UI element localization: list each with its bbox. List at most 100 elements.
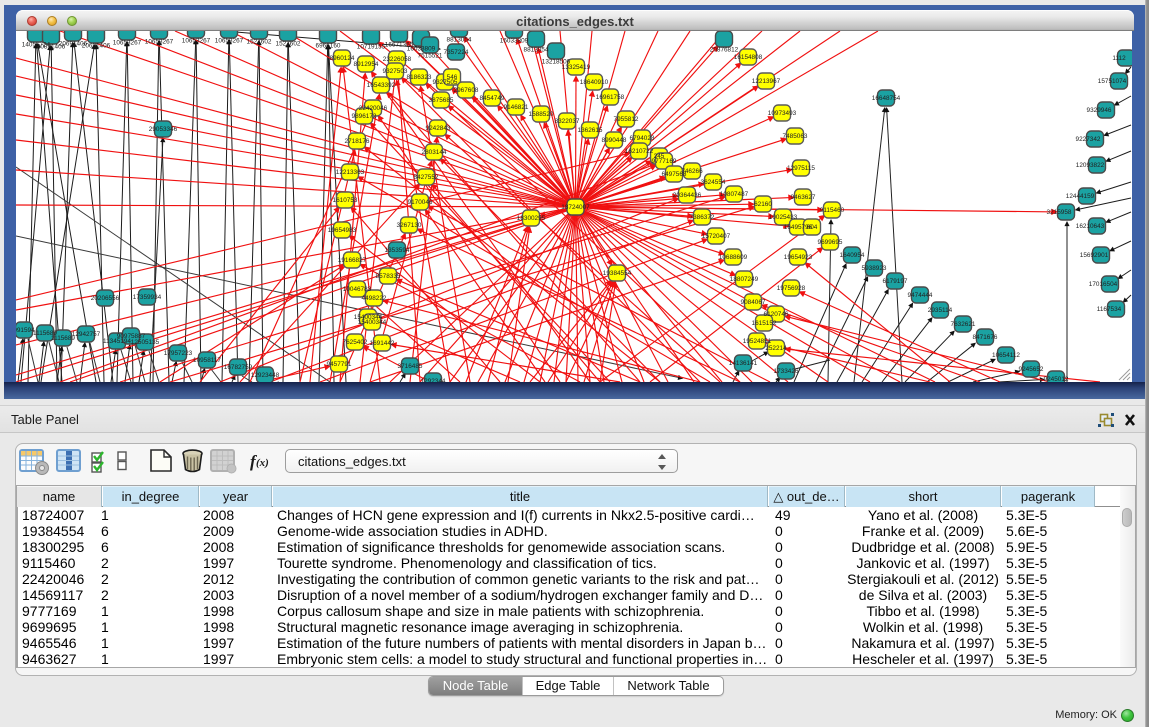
svg-text:16210722: 16210722 bbox=[625, 148, 654, 155]
svg-text:3875685: 3875685 bbox=[429, 97, 454, 104]
svg-text:6179197: 6179197 bbox=[883, 278, 908, 285]
svg-text:90975887: 90975887 bbox=[117, 333, 146, 340]
svg-text:1733426: 1733426 bbox=[774, 368, 799, 375]
svg-text:8990448: 8990448 bbox=[602, 137, 627, 144]
svg-text:1640954: 1640954 bbox=[840, 252, 865, 259]
svg-text:12505135: 12505135 bbox=[131, 339, 160, 346]
svg-text:9329946: 9329946 bbox=[1087, 107, 1112, 114]
svg-text:22420046: 22420046 bbox=[359, 105, 388, 112]
svg-text:1112: 1112 bbox=[1112, 55, 1126, 62]
svg-text:7485063: 7485063 bbox=[783, 133, 808, 140]
svg-text:8471676: 8471676 bbox=[973, 334, 998, 341]
svg-text:12942757: 12942757 bbox=[72, 331, 101, 338]
svg-text:29053346: 29053346 bbox=[149, 126, 178, 133]
svg-text:9457791: 9457791 bbox=[327, 361, 352, 368]
svg-text:7386372: 7386372 bbox=[690, 214, 715, 221]
svg-text:9777169: 9777169 bbox=[652, 158, 677, 165]
svg-text:20206556: 20206556 bbox=[91, 295, 120, 302]
svg-text:12975115: 12975115 bbox=[787, 165, 815, 172]
svg-text:15692901: 15692901 bbox=[1080, 252, 1109, 259]
svg-text:9242843: 9242843 bbox=[426, 125, 451, 132]
svg-text:15751074: 15751074 bbox=[1098, 78, 1127, 85]
svg-text:252214: 252214 bbox=[765, 345, 787, 352]
svg-text:8813054: 8813054 bbox=[524, 47, 549, 54]
svg-text:10653267: 10653267 bbox=[182, 38, 211, 45]
svg-text:1610753: 1610753 bbox=[333, 197, 358, 204]
svg-text:14136141: 14136141 bbox=[729, 360, 758, 367]
svg-text:19166827: 19166827 bbox=[338, 257, 367, 264]
svg-text:6966160: 6966160 bbox=[316, 43, 341, 50]
svg-text:9245012: 9245012 bbox=[1044, 376, 1069, 382]
svg-text:4498222: 4498222 bbox=[362, 295, 387, 302]
svg-text:9327503: 9327503 bbox=[383, 68, 408, 75]
svg-text:12444159: 12444159 bbox=[1066, 193, 1095, 200]
svg-text:7357224: 7357224 bbox=[444, 49, 469, 56]
svg-text:7955812: 7955812 bbox=[614, 116, 639, 123]
svg-text:16648754: 16648754 bbox=[872, 95, 901, 102]
svg-text:19654923: 19654923 bbox=[784, 254, 813, 261]
svg-text:3716485: 3716485 bbox=[398, 363, 423, 370]
svg-text:19384554: 19384554 bbox=[603, 270, 632, 277]
svg-text:746266: 746266 bbox=[681, 168, 703, 175]
svg-text:18807249: 18807249 bbox=[730, 276, 759, 283]
svg-text:20876812: 20876812 bbox=[710, 47, 739, 54]
svg-text:19654983: 19654983 bbox=[328, 227, 357, 234]
svg-text:9699695: 9699695 bbox=[818, 239, 843, 246]
svg-text:8322037: 8322037 bbox=[555, 118, 580, 125]
svg-text:1527602: 1527602 bbox=[276, 41, 301, 48]
svg-text:1691442: 1691442 bbox=[370, 340, 395, 347]
svg-text:3267130: 3267130 bbox=[397, 222, 422, 229]
svg-text:16154808: 16154808 bbox=[734, 54, 763, 61]
svg-text:546: 546 bbox=[447, 74, 458, 81]
svg-text:17957223: 17957223 bbox=[164, 350, 193, 357]
svg-text:8454749: 8454749 bbox=[480, 95, 505, 102]
svg-text:15720407: 15720407 bbox=[702, 233, 731, 240]
svg-text:8427552: 8427552 bbox=[414, 174, 439, 181]
svg-text:12213363: 12213363 bbox=[336, 169, 365, 176]
svg-text:16782759: 16782759 bbox=[224, 364, 253, 371]
svg-text:10653267: 10653267 bbox=[215, 38, 244, 45]
svg-text:62160: 62160 bbox=[754, 201, 772, 208]
svg-text:2803144: 2803144 bbox=[422, 149, 447, 156]
svg-text:2718176: 2718176 bbox=[345, 138, 370, 145]
svg-text:8960124: 8960124 bbox=[330, 55, 355, 62]
svg-text:5938923: 5938923 bbox=[862, 265, 887, 272]
svg-text:10958117: 10958117 bbox=[193, 357, 221, 364]
svg-text:7632621: 7632621 bbox=[951, 321, 976, 328]
svg-text:1353594: 1353594 bbox=[385, 247, 410, 254]
svg-text:7625402: 7625402 bbox=[343, 339, 368, 346]
svg-text:10653267: 10653267 bbox=[113, 40, 142, 47]
svg-text:2967608: 2967608 bbox=[454, 87, 479, 94]
svg-text:6794028: 6794028 bbox=[630, 135, 655, 142]
svg-text:16033809: 16033809 bbox=[407, 46, 436, 53]
svg-text:1292344: 1292344 bbox=[421, 378, 446, 382]
svg-text:17359934: 17359934 bbox=[133, 294, 162, 301]
svg-text:8912954: 8912954 bbox=[354, 61, 379, 68]
svg-text:16961758: 16961758 bbox=[596, 94, 625, 101]
svg-text:23226058: 23226058 bbox=[383, 56, 412, 63]
svg-text:17016504: 17016504 bbox=[1089, 281, 1118, 288]
svg-text:16033809: 16033809 bbox=[500, 38, 529, 45]
svg-text:18640910: 18640910 bbox=[580, 79, 609, 86]
svg-text:8813054: 8813054 bbox=[447, 37, 472, 44]
svg-text:20691406: 20691406 bbox=[82, 43, 111, 50]
svg-text:1362615: 1362615 bbox=[578, 127, 603, 134]
svg-text:10688609: 10688609 bbox=[719, 254, 748, 261]
svg-text:18300295: 18300295 bbox=[517, 215, 546, 222]
svg-text:9170046: 9170046 bbox=[408, 199, 433, 206]
svg-text:9474444: 9474444 bbox=[908, 292, 933, 299]
svg-text:6120746: 6120746 bbox=[764, 311, 789, 318]
svg-text:16210643: 16210643 bbox=[1076, 223, 1105, 230]
svg-text:9115460: 9115460 bbox=[820, 207, 845, 214]
svg-text:19524851: 19524851 bbox=[743, 338, 772, 345]
svg-text:1527602: 1527602 bbox=[247, 39, 272, 46]
svg-text:18724007: 18724007 bbox=[561, 204, 590, 211]
svg-text:15400344: 15400344 bbox=[358, 319, 387, 326]
svg-text:2935114: 2935114 bbox=[928, 307, 953, 314]
svg-text:10654112: 10654112 bbox=[992, 352, 1020, 359]
svg-text:8578335: 8578335 bbox=[376, 273, 401, 280]
svg-text:19756928: 19756928 bbox=[777, 285, 806, 292]
svg-text:16543392: 16543392 bbox=[367, 82, 396, 89]
svg-text:10807487: 10807487 bbox=[720, 191, 749, 198]
svg-text:10046783: 10046783 bbox=[343, 286, 372, 293]
